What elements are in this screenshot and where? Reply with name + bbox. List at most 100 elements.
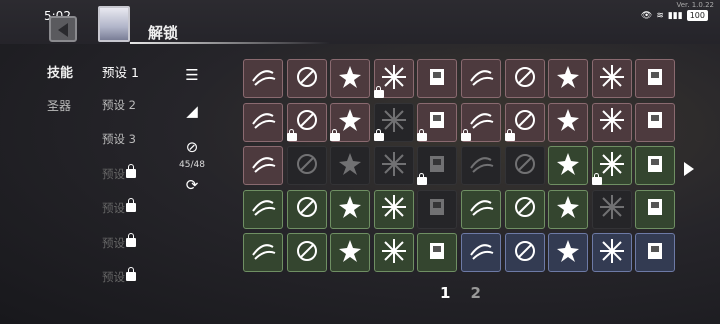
lock-icon [417,129,428,141]
skill-slot[interactable] [635,189,676,229]
web-icon [641,193,669,225]
tab-skills[interactable]: 技能 [47,62,73,81]
skill-slot[interactable] [373,129,414,185]
scroll-icon [641,106,669,138]
skill-slot[interactable] [548,233,589,272]
skill-slot[interactable] [286,233,327,272]
lock-icon [126,232,136,247]
claw-icon [249,106,277,138]
page-title: 解锁 [148,24,179,42]
lightning-icon [641,150,669,182]
next-page-arrow[interactable] [684,162,694,176]
skill-slot[interactable] [504,233,545,272]
slash-icon [293,63,321,95]
skill-slot[interactable] [635,59,676,98]
skill-slot[interactable] [417,172,458,229]
locked-skill-icon [293,150,321,182]
skill-slot[interactable] [330,233,371,272]
status-icons: 👁 ≋ ▮▮▮ 100 [641,10,708,21]
skill-slot[interactable] [460,189,501,229]
sort-icon[interactable]: ☰ [178,66,206,84]
ghost-icon [511,237,539,269]
eye-icon: 👁 [640,10,653,21]
blades-icon [554,193,582,225]
skill-slot[interactable] [243,233,283,272]
ring-icon [467,63,495,95]
edit-icon[interactable]: ◢ [178,102,206,120]
skill-slot[interactable] [591,102,632,142]
spiral-icon [641,63,669,95]
preset-label: 预设 [102,166,125,181]
orb-icon [511,63,539,95]
skill-slot[interactable] [635,146,676,185]
preset-label: 预设 3 [102,132,136,146]
preset-list: 预设 1 预设 2 预设 3 预设 预设 预设 预设 [102,62,139,304]
ban-icon[interactable]: ⊘ [178,138,206,156]
skill-slot[interactable] [330,129,371,185]
page-2[interactable]: 2 [470,284,480,302]
potion-icon [467,193,495,225]
compass-icon [380,237,408,269]
lock-icon [373,85,384,98]
skill-slot[interactable] [373,189,414,229]
sword-icon [249,193,277,225]
runner-icon [598,237,626,269]
skill-slot[interactable] [504,189,545,229]
skill-slot[interactable] [591,172,632,229]
skill-slot[interactable] [548,189,589,229]
skill-slot[interactable] [243,146,283,185]
preset-label: 预设 1 [102,65,139,80]
preset-item[interactable]: 预设 [102,232,139,270]
locked-skill-icon [336,150,364,182]
skill-count: 45/48 [179,160,205,170]
burst-icon [336,63,364,95]
spikes-icon [554,150,582,182]
refresh-icon[interactable]: ⟳ [178,176,206,194]
preset-item[interactable]: 预设 [102,267,139,304]
page-1[interactable]: 1 [440,284,450,302]
bolt-icon [423,237,451,269]
lock-icon [373,129,384,141]
skill-slot[interactable] [591,233,632,272]
lock-icon [286,129,297,141]
wifi-icon: ≋ [656,10,664,21]
category-tabs: 技能 圣器 [47,62,73,130]
skill-slot[interactable] [548,146,589,185]
skill-slot[interactable] [635,102,676,142]
star-burst-icon [380,63,408,95]
skill-slot[interactable] [243,102,283,142]
skill-slot[interactable] [460,233,501,272]
skill-slot[interactable] [504,129,545,185]
skill-slot[interactable] [243,59,283,98]
preset-item[interactable]: 预设 [102,198,139,235]
lock-icon [460,129,471,141]
skill-slot[interactable] [373,233,414,272]
skill-slot[interactable] [460,129,501,185]
skill-slot[interactable] [286,129,327,185]
skill-slot[interactable] [548,102,589,142]
tab-artifacts[interactable]: 圣器 [47,97,73,114]
preset-item[interactable]: 预设 1 [102,62,139,97]
skill-slot[interactable] [330,59,371,98]
pagination: 12 [440,284,481,302]
locked-skill-icon [423,150,451,182]
skill-slot[interactable] [504,59,545,98]
skill-slot[interactable] [286,59,327,98]
skill-slot[interactable] [286,189,327,229]
preset-item[interactable]: 预设 3 [102,131,139,166]
preset-item[interactable]: 预设 2 [102,97,139,132]
lock-icon [126,267,136,281]
skill-slot[interactable] [548,59,589,98]
skill-slot[interactable] [460,59,501,98]
back-button[interactable] [49,16,77,42]
skill-slot[interactable] [330,189,371,229]
skill-slot[interactable] [635,233,676,272]
skill-slot[interactable] [417,59,458,98]
character-avatar [98,6,130,42]
skill-slot[interactable] [591,59,632,98]
skill-slot[interactable] [417,233,458,272]
skill-slot[interactable] [243,189,283,229]
feathers-icon [293,106,321,138]
preset-item[interactable]: 预设 [102,163,139,201]
locked-skill-icon [598,193,626,225]
